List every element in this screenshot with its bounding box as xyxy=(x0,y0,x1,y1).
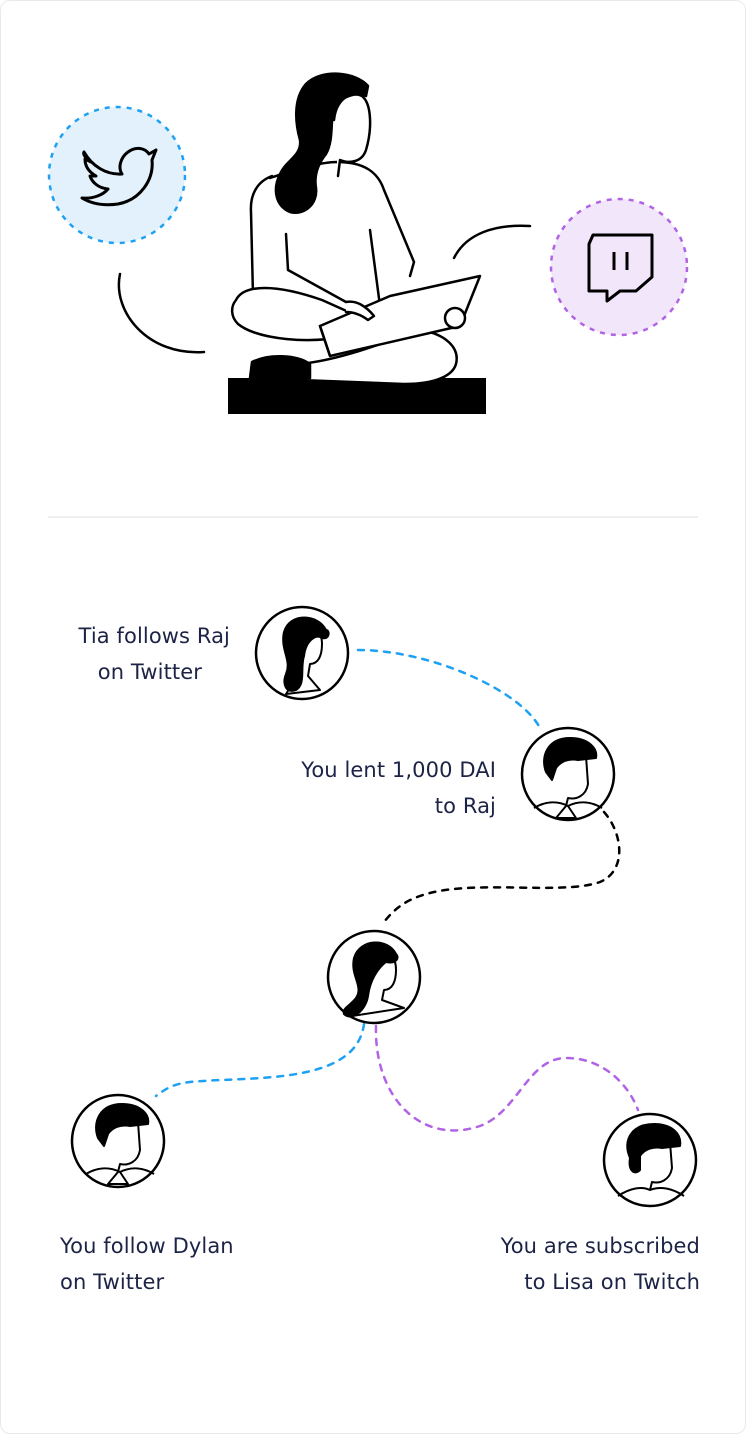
tia-label-line1: Tia follows Raj xyxy=(78,624,230,648)
twitch-bubble xyxy=(549,197,689,337)
subscribed-lisa-label: You are subscribed to Lisa on Twitch xyxy=(440,1228,700,1300)
woman-with-laptop-icon xyxy=(228,72,486,414)
dylan-label-line2: on Twitter xyxy=(60,1270,165,1294)
section-divider xyxy=(48,516,698,518)
follow-dylan-label: You follow Dylan on Twitter xyxy=(60,1228,290,1300)
raj-label-line1: You lent 1,000 DAI xyxy=(301,758,496,782)
raj-avatar xyxy=(520,726,616,822)
lisa-avatar xyxy=(602,1112,698,1208)
lent-to-raj-label: You lent 1,000 DAI to Raj xyxy=(270,752,496,824)
tia-avatar xyxy=(254,605,350,701)
twitter-bubble xyxy=(47,105,187,245)
dylan-avatar xyxy=(70,1093,166,1189)
illustration xyxy=(47,72,698,1208)
lisa-label-line2: to Lisa on Twitch xyxy=(524,1270,700,1294)
you-avatar xyxy=(326,929,422,1025)
raj-label-line2: to Raj xyxy=(434,794,496,818)
dylan-label-line1: You follow Dylan xyxy=(60,1234,234,1258)
tia-label-line2: on Twitter xyxy=(97,660,202,684)
tia-follows-raj-label: Tia follows Raj on Twitter xyxy=(48,618,230,690)
lisa-label-line1: You are subscribed xyxy=(500,1234,700,1258)
